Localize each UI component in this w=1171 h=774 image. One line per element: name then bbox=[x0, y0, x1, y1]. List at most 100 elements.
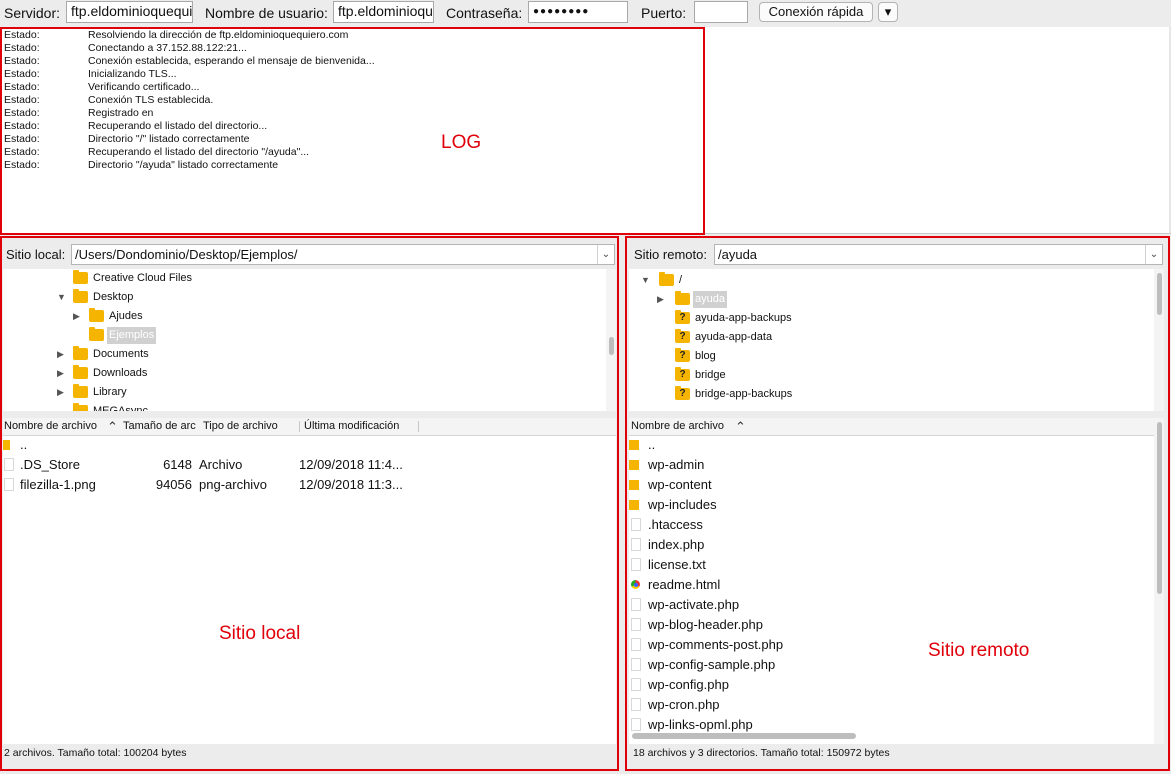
collapsed-arrow-icon[interactable]: ▶ bbox=[57, 365, 64, 382]
password-input[interactable]: ●●●●●●●● bbox=[528, 1, 628, 23]
table-row[interactable]: .htaccess bbox=[629, 515, 1149, 535]
tree-item-remote[interactable]: ? blog bbox=[629, 348, 1149, 365]
tree-item-local[interactable]: Creative Cloud Files bbox=[3, 270, 603, 287]
tree-item-remote[interactable]: ▼ / bbox=[629, 272, 1149, 289]
table-row[interactable]: license.txt bbox=[629, 555, 1149, 575]
remote-tree-scrollbar[interactable] bbox=[1154, 269, 1164, 411]
password-label: Contraseña: bbox=[446, 5, 523, 21]
table-row[interactable]: .. bbox=[3, 435, 603, 455]
port-input[interactable] bbox=[694, 1, 748, 23]
log-message: Directorio "/" listado correctamente bbox=[88, 133, 250, 145]
table-row[interactable]: readme.html bbox=[629, 575, 1149, 595]
log-status-label: Estado: bbox=[4, 120, 40, 132]
remote-list-scroll-thumb[interactable] bbox=[1157, 422, 1162, 594]
remote-list-header: Nombre de archivo ⌃ bbox=[629, 418, 1164, 436]
table-row[interactable]: index.php bbox=[629, 535, 1149, 555]
tree-item-local[interactable]: ▶ Library bbox=[3, 384, 603, 401]
folder-icon bbox=[629, 440, 639, 450]
col-modified[interactable]: Última modificación bbox=[304, 418, 399, 435]
table-row[interactable]: filezilla-1.png 94056 png-archivo 12/09/201… bbox=[3, 475, 603, 495]
local-directory-tree[interactable]: MEGAsync ▶ Library ▶ Downloads ▶ Documents Ejem… bbox=[3, 269, 616, 411]
file-icon bbox=[4, 478, 14, 491]
remote-list-hscroll-thumb[interactable] bbox=[632, 733, 856, 739]
remote-path-combo[interactable]: /ayuda ⌄ bbox=[714, 244, 1163, 265]
tree-item-remote[interactable]: ? ayuda-app-backups bbox=[629, 310, 1149, 327]
username-input[interactable]: ftp.eldominioqueq bbox=[333, 1, 434, 23]
unknown-folder-icon: ? bbox=[675, 386, 690, 400]
table-row[interactable]: wp-blog-header.php bbox=[629, 615, 1149, 635]
table-row[interactable]: wp-content bbox=[629, 475, 1149, 495]
message-log[interactable]: Estado: Resolviendo la dirección de ftp.e… bbox=[0, 27, 1171, 234]
collapsed-arrow-icon[interactable]: ▶ bbox=[657, 291, 664, 308]
quickconnect-dropdown-icon[interactable]: ▾ bbox=[878, 2, 898, 22]
table-row[interactable]: wp-cron.php bbox=[629, 695, 1149, 715]
collapsed-arrow-icon[interactable]: ▶ bbox=[57, 346, 64, 363]
folder-icon bbox=[629, 480, 639, 490]
file-name: wp-blog-header.php bbox=[648, 617, 763, 632]
local-tree-scrollbar[interactable] bbox=[606, 269, 616, 411]
tree-item-local[interactable]: ▶ Downloads bbox=[3, 365, 603, 382]
remote-status: 18 archivos y 3 directorios. Tamaño tota… bbox=[633, 747, 890, 759]
table-row[interactable]: wp-config-sample.php bbox=[629, 655, 1149, 675]
file-modified: 12/09/2018 11:3... bbox=[299, 477, 403, 492]
expanded-arrow-icon[interactable]: ▼ bbox=[57, 289, 66, 306]
log-message: Registrado en bbox=[88, 107, 154, 119]
log-line: Estado: Conexión TLS establecida. bbox=[4, 94, 213, 107]
chevron-down-icon[interactable]: ⌄ bbox=[597, 245, 614, 264]
col-filename[interactable]: Nombre de archivo bbox=[631, 418, 724, 435]
tree-item-local[interactable]: MEGAsync bbox=[3, 403, 603, 411]
port-label: Puerto: bbox=[641, 5, 687, 21]
table-row[interactable]: wp-links-opml.php bbox=[629, 715, 1149, 735]
log-line: Estado: Conectando a 37.152.88.122:21... bbox=[4, 42, 247, 55]
collapsed-arrow-icon[interactable]: ▶ bbox=[73, 308, 80, 325]
quickconnect-button[interactable]: Conexión rápida bbox=[759, 2, 873, 22]
file-name: license.txt bbox=[648, 557, 706, 572]
local-tree-scroll-thumb[interactable] bbox=[609, 337, 614, 355]
tree-item-remote[interactable]: ? bridge bbox=[629, 367, 1149, 384]
log-line: Estado: Resolviendo la dirección de ftp.e… bbox=[4, 29, 348, 42]
file-name: wp-activate.php bbox=[648, 597, 740, 612]
local-annotation: Sitio local bbox=[219, 623, 301, 644]
chevron-down-icon[interactable]: ⌄ bbox=[1145, 245, 1162, 264]
sort-ascending-icon[interactable]: ⌃ bbox=[107, 419, 118, 434]
table-row[interactable]: wp-config.php bbox=[629, 675, 1149, 695]
expanded-arrow-icon[interactable]: ▼ bbox=[641, 272, 650, 289]
col-filesize[interactable]: Tamaño de arc bbox=[123, 418, 201, 435]
log-line: Estado: Inicializando TLS... bbox=[4, 68, 177, 81]
remote-tree-scroll-thumb[interactable] bbox=[1157, 273, 1162, 315]
tree-item-local[interactable]: ▶ Documents bbox=[3, 346, 603, 363]
remote-path-value: /ayuda bbox=[718, 247, 758, 262]
folder-name: ayuda-app-backups bbox=[695, 312, 792, 324]
file-name: .. bbox=[20, 437, 28, 452]
tree-item-remote[interactable]: ▶ ayuda bbox=[629, 291, 1149, 308]
file-type: png-archivo bbox=[199, 477, 267, 492]
tree-item-remote[interactable]: ? bridge-app-backups bbox=[629, 386, 1149, 403]
file-name: wp-cron.php bbox=[648, 697, 720, 712]
tree-item-local[interactable]: ▶ Ajudes bbox=[3, 308, 603, 325]
file-name: .htaccess bbox=[648, 517, 703, 532]
table-row[interactable]: wp-activate.php bbox=[629, 595, 1149, 615]
remote-directory-tree[interactable]: ? bridge-app-backups? bridge? blog? ayuda-ap… bbox=[629, 269, 1164, 411]
host-input[interactable]: ftp.eldominioquequi bbox=[66, 1, 193, 23]
table-row[interactable]: wp-admin bbox=[629, 455, 1149, 475]
tree-item-remote[interactable]: ? ayuda-app-data bbox=[629, 329, 1149, 346]
sort-ascending-icon[interactable]: ⌃ bbox=[735, 419, 746, 434]
unknown-folder-icon: ? bbox=[675, 348, 690, 362]
remote-list-scrollbar[interactable] bbox=[1154, 418, 1164, 744]
col-filename[interactable]: Nombre de archivo bbox=[4, 418, 97, 435]
table-row[interactable]: wp-comments-post.php bbox=[629, 635, 1149, 655]
col-filetype[interactable]: Tipo de archivo bbox=[203, 418, 278, 435]
tree-item-local[interactable]: ▼ Desktop bbox=[3, 289, 603, 306]
remote-annotation: Sitio remoto bbox=[928, 640, 1030, 661]
table-row[interactable]: .. bbox=[629, 435, 1149, 455]
local-path-combo[interactable]: /Users/Dondominio/Desktop/Ejemplos/ ⌄ bbox=[71, 244, 615, 265]
unknown-folder-icon: ? bbox=[675, 310, 690, 324]
local-file-list[interactable]: Nombre de archivo ⌃ Tamaño de arc Tipo d… bbox=[3, 418, 616, 744]
table-row[interactable]: .DS_Store 6148 Archivo 12/09/2018 11:4... bbox=[3, 455, 603, 475]
tree-item-local[interactable]: Ejemplos bbox=[3, 327, 603, 344]
folder-icon bbox=[659, 272, 674, 286]
remote-file-list[interactable]: Nombre de archivo ⌃ wp-links-opml.php wp-… bbox=[629, 418, 1164, 744]
table-row[interactable]: wp-includes bbox=[629, 495, 1149, 515]
log-message: Recuperando el listado del directorio "/… bbox=[88, 146, 310, 158]
collapsed-arrow-icon[interactable]: ▶ bbox=[57, 384, 64, 401]
